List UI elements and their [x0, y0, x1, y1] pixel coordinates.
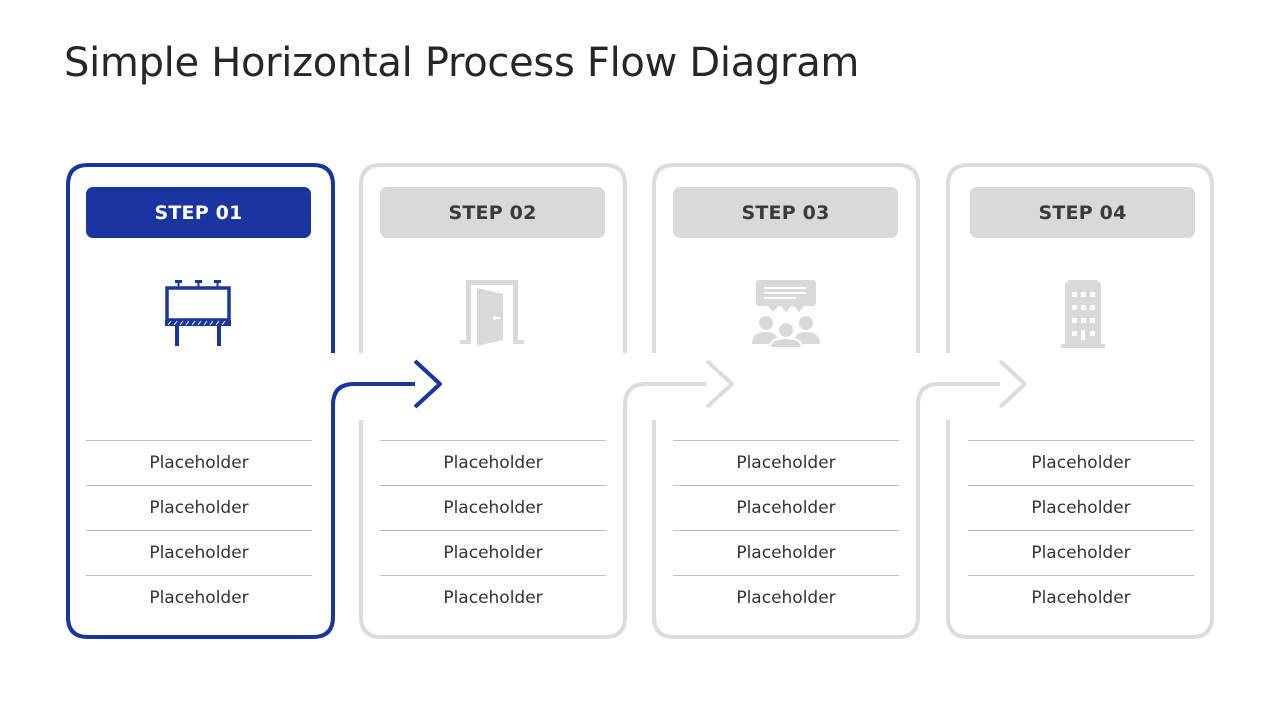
step-3-items: Placeholder Placeholder Placeholder Plac… [673, 440, 899, 620]
list-item: Placeholder [380, 575, 606, 620]
list-item: Placeholder [86, 575, 312, 620]
step-2-header: STEP 02 [380, 187, 605, 238]
door-icon [460, 280, 524, 346]
building-icon [1061, 280, 1105, 348]
step-4-items: Placeholder Placeholder Placeholder Plac… [968, 440, 1194, 620]
step-2-items: Placeholder Placeholder Placeholder Plac… [380, 440, 606, 620]
list-item: Placeholder [968, 485, 1194, 530]
list-item: Placeholder [968, 575, 1194, 620]
meeting-icon [752, 280, 820, 349]
list-item: Placeholder [86, 530, 312, 575]
list-item: Placeholder [968, 440, 1194, 485]
list-item: Placeholder [673, 440, 899, 485]
step-1-arrow-head [413, 359, 442, 409]
list-item: Placeholder [673, 530, 899, 575]
step-1-items: Placeholder Placeholder Placeholder Plac… [86, 440, 312, 620]
list-item: Placeholder [673, 485, 899, 530]
step-3-header: STEP 03 [673, 187, 898, 238]
list-item: Placeholder [86, 485, 312, 530]
step-1-header: STEP 01 [86, 187, 311, 238]
list-item: Placeholder [380, 440, 606, 485]
list-item: Placeholder [673, 575, 899, 620]
step-4-header: STEP 04 [970, 187, 1195, 238]
list-item: Placeholder [380, 485, 606, 530]
billboard-icon [165, 280, 231, 346]
step-3-arrow-head [998, 359, 1027, 409]
list-item: Placeholder [86, 440, 312, 485]
list-item: Placeholder [380, 530, 606, 575]
list-item: Placeholder [968, 530, 1194, 575]
step-2-arrow-head [705, 359, 734, 409]
